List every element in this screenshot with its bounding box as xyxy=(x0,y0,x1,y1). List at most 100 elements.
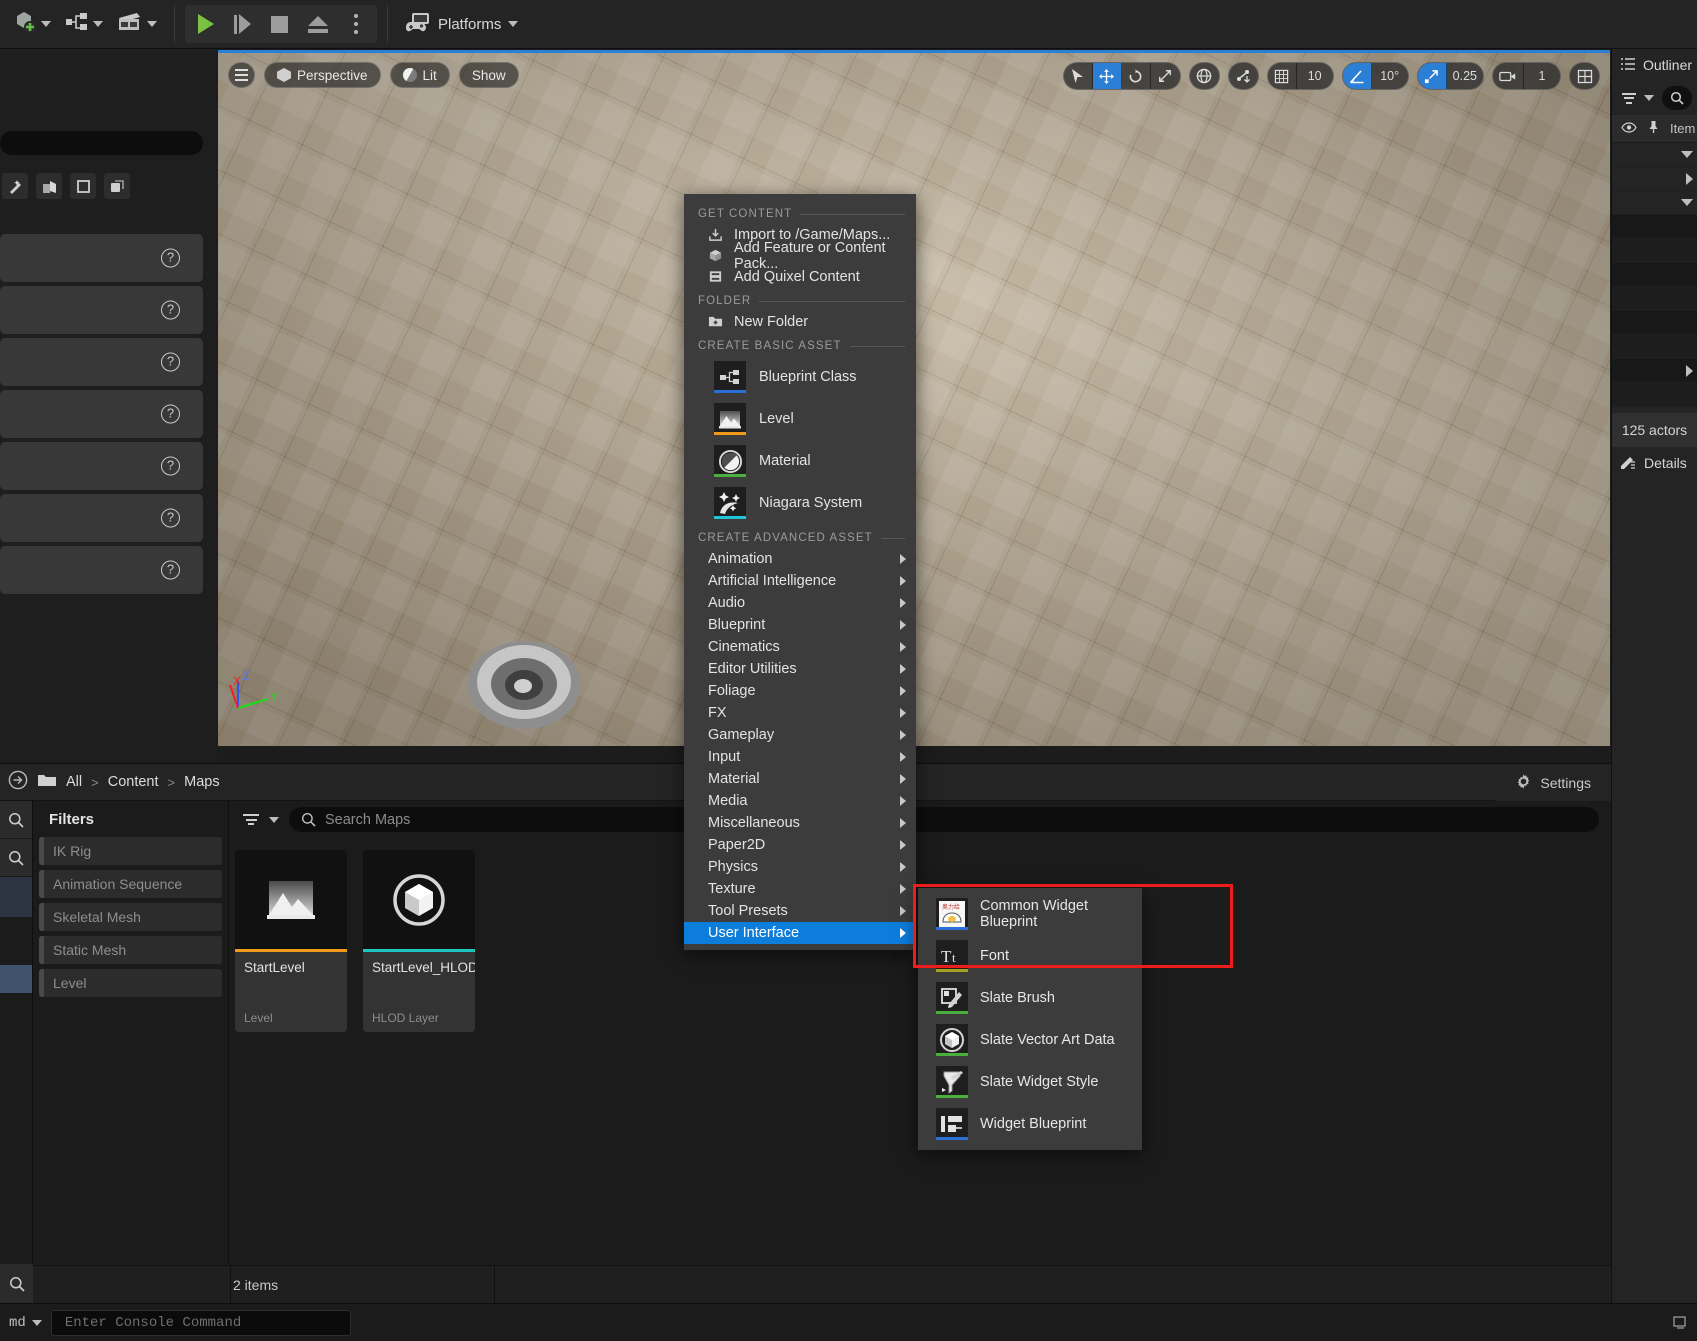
console-command-input[interactable]: Enter Console Command xyxy=(51,1310,351,1336)
help-icon[interactable]: ? xyxy=(161,561,180,580)
viewport-show-button[interactable]: Show xyxy=(459,62,519,88)
menu-item-add-feature[interactable]: Add Feature or Content Pack... xyxy=(684,245,916,266)
menu-item-new-folder[interactable]: New Folder xyxy=(684,311,916,332)
table-row[interactable] xyxy=(1612,167,1697,191)
list-item[interactable]: ? xyxy=(0,546,203,594)
list-item[interactable]: ? xyxy=(0,286,203,334)
rotate-mode-button[interactable] xyxy=(1122,63,1151,89)
breadcrumb-item-maps[interactable]: Maps xyxy=(184,774,219,790)
cinematics-button[interactable] xyxy=(110,6,164,42)
scale-snap-value[interactable]: 0.25 xyxy=(1447,63,1483,89)
table-row[interactable] xyxy=(1612,311,1697,335)
grid-snap-toggle[interactable] xyxy=(1268,63,1297,89)
angle-snap-toggle[interactable] xyxy=(1343,63,1372,89)
submenu-item-audio[interactable]: Audio xyxy=(684,592,916,614)
submenu-item-media[interactable]: Media xyxy=(684,790,916,812)
filter-item-animation-sequence[interactable]: Animation Sequence xyxy=(39,870,222,898)
grid-snap-value[interactable]: 10 xyxy=(1297,63,1333,89)
translate-mode-button[interactable] xyxy=(1093,63,1122,89)
chevron-down-icon[interactable] xyxy=(1644,95,1654,101)
submenu-item-artificial-intelligence[interactable]: Artificial Intelligence xyxy=(684,570,916,592)
table-row[interactable] xyxy=(1612,191,1697,215)
table-row[interactable] xyxy=(1612,359,1697,383)
menu-item-niagara-system[interactable]: Niagara System xyxy=(684,482,916,524)
play-more-options-button[interactable] xyxy=(338,6,374,42)
submenu-item-material[interactable]: Material xyxy=(684,768,916,790)
submenu-item-editor-utilities[interactable]: Editor Utilities xyxy=(684,658,916,680)
search-maps-input[interactable]: Search Maps xyxy=(289,807,1599,832)
help-icon[interactable]: ? xyxy=(161,405,180,424)
submenu-item-fx[interactable]: FX xyxy=(684,702,916,724)
submenu-item-font[interactable]: Tt Font xyxy=(918,935,1142,977)
help-icon[interactable]: ? xyxy=(161,457,180,476)
filter-item-static-mesh[interactable]: Static Mesh xyxy=(39,936,222,964)
menu-item-level[interactable]: Level xyxy=(684,398,916,440)
list-item[interactable]: ? xyxy=(0,442,203,490)
frame-icon[interactable] xyxy=(70,173,96,199)
chevron-down-icon[interactable] xyxy=(1681,151,1693,158)
menu-item-blueprint-class[interactable]: Blueprint Class xyxy=(684,356,916,398)
table-row[interactable] xyxy=(1612,263,1697,287)
list-item[interactable]: ? xyxy=(0,234,203,282)
blueprints-button[interactable] xyxy=(58,6,110,42)
rail-search-button-1[interactable] xyxy=(0,801,32,839)
submenu-item-cinematics[interactable]: Cinematics xyxy=(684,636,916,658)
table-row[interactable] xyxy=(1612,215,1697,239)
submenu-item-animation[interactable]: Animation xyxy=(684,548,916,570)
filter-item-ik-rig[interactable]: IK Rig xyxy=(39,837,222,865)
play-button[interactable] xyxy=(188,6,224,42)
submenu-item-paper2d[interactable]: Paper2D xyxy=(684,834,916,856)
surface-snap-button[interactable] xyxy=(1228,62,1259,90)
magic-wand-icon[interactable] xyxy=(2,173,28,199)
filter-icon[interactable] xyxy=(1622,93,1636,104)
shapes-icon[interactable] xyxy=(36,173,62,199)
content-browser-settings-button[interactable]: Settings xyxy=(1495,764,1611,801)
submenu-item-input[interactable]: Input xyxy=(684,746,916,768)
submenu-item-slate-widget-style[interactable]: Slate Widget Style xyxy=(918,1061,1142,1103)
layers-icon[interactable] xyxy=(104,173,130,199)
table-row[interactable] xyxy=(1612,287,1697,311)
globe-icon[interactable] xyxy=(1190,63,1219,89)
scale-snap-toggle[interactable] xyxy=(1418,63,1447,89)
create-actor-button[interactable] xyxy=(6,6,58,42)
pin-icon[interactable] xyxy=(1648,120,1659,137)
filter-item-skeletal-mesh[interactable]: Skeletal Mesh xyxy=(39,903,222,931)
submenu-item-common-widget-blueprint[interactable]: 奥力给 Common Widget Blueprint xyxy=(918,893,1142,935)
list-item[interactable]: ? xyxy=(0,494,203,542)
rail-search-button-3[interactable] xyxy=(0,1264,33,1304)
camera-speed-toggle[interactable] xyxy=(1493,63,1524,89)
table-row[interactable] xyxy=(1612,383,1697,407)
help-icon[interactable]: ? xyxy=(161,509,180,528)
angle-snap-value[interactable]: 10° xyxy=(1372,63,1408,89)
list-item[interactable]: ? xyxy=(0,390,203,438)
left-panel-search-input[interactable] xyxy=(0,131,203,155)
scale-mode-button[interactable] xyxy=(1151,63,1180,89)
submenu-item-widget-blueprint[interactable]: Widget Blueprint xyxy=(918,1103,1142,1145)
breadcrumb-item-all[interactable]: All xyxy=(66,774,82,790)
submenu-item-texture[interactable]: Texture xyxy=(684,878,916,900)
help-icon[interactable]: ? xyxy=(161,353,180,372)
list-item[interactable]: ? xyxy=(0,338,203,386)
help-icon[interactable]: ? xyxy=(161,301,180,320)
table-row[interactable] xyxy=(1612,143,1697,167)
table-row[interactable] xyxy=(1612,335,1697,359)
submenu-item-slate-brush[interactable]: Slate Brush xyxy=(918,977,1142,1019)
filter-item-level[interactable]: Level xyxy=(39,969,222,997)
table-row[interactable] xyxy=(1612,239,1697,263)
chevron-down-icon[interactable] xyxy=(1681,199,1693,206)
asset-tile-hlod[interactable]: StartLevel_HLOD0_Instancing HLOD Layer xyxy=(363,850,475,1032)
eye-icon[interactable] xyxy=(1621,121,1637,136)
arrow-right-circle-icon[interactable] xyxy=(8,770,28,794)
coordinate-system-button[interactable] xyxy=(1189,62,1220,90)
filter-icon[interactable] xyxy=(243,814,259,825)
help-icon[interactable]: ? xyxy=(161,249,180,268)
rail-highlighted-tab[interactable] xyxy=(0,965,32,993)
viewport-layout-button[interactable] xyxy=(1569,62,1600,90)
submenu-item-gameplay[interactable]: Gameplay xyxy=(684,724,916,746)
camera-speed-value[interactable]: 1 xyxy=(1524,63,1560,89)
select-mode-button[interactable] xyxy=(1064,63,1093,89)
menu-item-material[interactable]: Material xyxy=(684,440,916,482)
rail-selected-tab[interactable] xyxy=(0,877,32,917)
asset-tile-startlevel[interactable]: StartLevel Level xyxy=(235,850,347,1032)
viewport-lit-button[interactable]: Lit xyxy=(390,62,450,88)
